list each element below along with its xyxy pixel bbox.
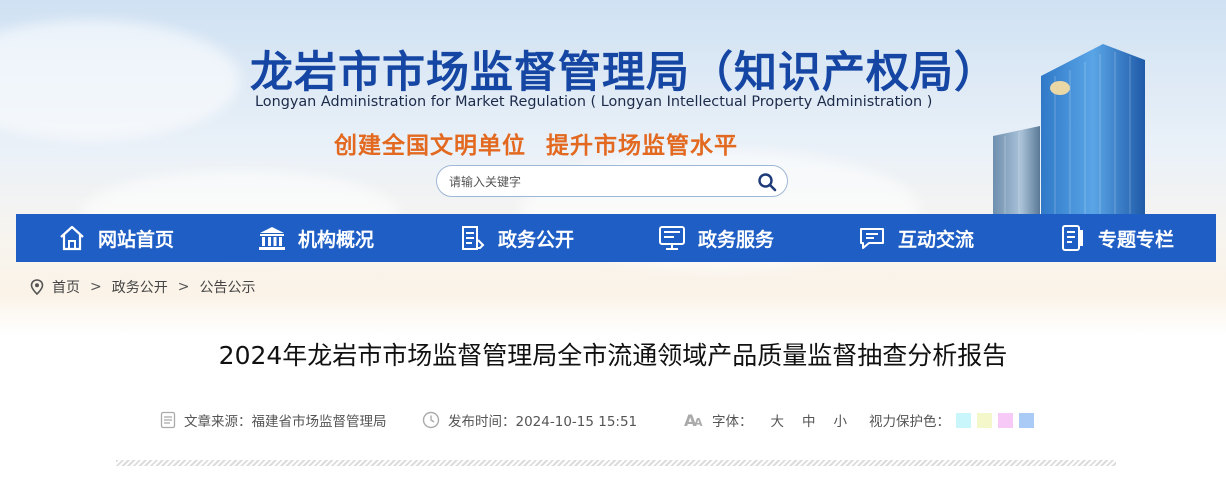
meta-source: 文章来源：福建省市场监督管理局 <box>160 410 422 430</box>
article-time: 发布时间：2024-10-15 15:51 <box>448 414 638 430</box>
nav-item-interaction[interactable]: 互动交流 <box>816 214 1016 262</box>
nav-item-gov-service[interactable]: 政务服务 <box>616 214 816 262</box>
divider <box>116 460 1116 466</box>
search-input[interactable] <box>447 171 751 193</box>
site-title: 龙岩市市场监督管理局（知识产权局） <box>250 48 998 98</box>
document-icon <box>160 411 176 429</box>
font-large-button[interactable]: 大 <box>771 410 785 430</box>
font-label: 字体： <box>712 414 753 430</box>
nav-label: 政务公开 <box>497 228 574 251</box>
location-icon <box>30 279 44 295</box>
eye-color-swatch[interactable] <box>998 412 1013 428</box>
breadcrumb-announcements[interactable]: 公告公示 <box>199 277 255 297</box>
home-icon <box>60 225 84 251</box>
meta-eye-protection: 视力保护色： <box>869 410 1034 430</box>
article-source: 文章来源：福建省市场监督管理局 <box>184 414 387 430</box>
article-meta: 文章来源：福建省市场监督管理局 发布时间：2024-10-15 15:51 A … <box>160 410 1034 430</box>
font-medium-button[interactable]: 中 <box>802 410 816 430</box>
nav-label: 政务服务 <box>697 228 774 251</box>
breadcrumb-gov-affairs[interactable]: 政务公开 <box>112 277 168 297</box>
site-subtitle: Longyan Administration for Market Regula… <box>255 94 933 110</box>
breadcrumb-home[interactable]: 首页 <box>52 277 80 297</box>
buildings-illustration <box>993 44 1145 216</box>
nav-label: 机构概况 <box>297 228 374 251</box>
search-box <box>436 165 788 197</box>
clock-icon <box>422 411 440 429</box>
slogan-left: 创建全国文明单位 <box>334 132 526 159</box>
cloud-decoration <box>0 20 240 140</box>
service-icon <box>658 226 685 250</box>
nav-item-home[interactable]: 网站首页 <box>16 214 216 262</box>
chat-icon <box>859 228 884 249</box>
svg-text:A: A <box>694 416 703 429</box>
breadcrumb: 首页 > 政务公开 > 公告公示 <box>30 277 255 297</box>
article-title: 2024年龙岩市市场监督管理局全市流通领域产品质量监督抽查分析报告 <box>218 341 1008 370</box>
search-icon[interactable] <box>757 172 777 192</box>
eye-color-swatch[interactable] <box>1019 412 1034 428</box>
font-size-icon: A A <box>684 411 703 429</box>
topic-icon <box>1061 225 1083 251</box>
nav-item-institution[interactable]: 机构概况 <box>216 214 416 262</box>
breadcrumb-separator: > <box>90 279 102 295</box>
eye-protection-label: 视力保护色： <box>869 414 950 430</box>
nav-label: 网站首页 <box>97 228 174 251</box>
nav-label: 互动交流 <box>897 228 974 251</box>
document-icon <box>461 226 485 250</box>
meta-font-size: A A 字体： 大 中 小 <box>684 410 869 430</box>
eye-color-swatches <box>956 412 1034 428</box>
slogan-right: 提升市场监管水平 <box>546 132 738 159</box>
nav-label: 专题专栏 <box>1097 228 1174 251</box>
slogan: 创建全国文明单位 提升市场监管水平 <box>334 126 738 160</box>
main-navbar: 网站首页 机构概况 政务公开 政务服务 互动交流 专题专栏 <box>16 214 1216 262</box>
breadcrumb-separator: > <box>177 279 190 295</box>
eye-color-swatch[interactable] <box>956 412 971 428</box>
meta-time: 发布时间：2024-10-15 15:51 <box>422 410 684 430</box>
eye-color-swatch[interactable] <box>977 412 992 428</box>
institution-icon <box>258 227 285 250</box>
nav-item-gov-affairs[interactable]: 政务公开 <box>416 214 616 262</box>
font-small-button[interactable]: 小 <box>834 410 848 430</box>
nav-item-topics[interactable]: 专题专栏 <box>1016 214 1216 262</box>
